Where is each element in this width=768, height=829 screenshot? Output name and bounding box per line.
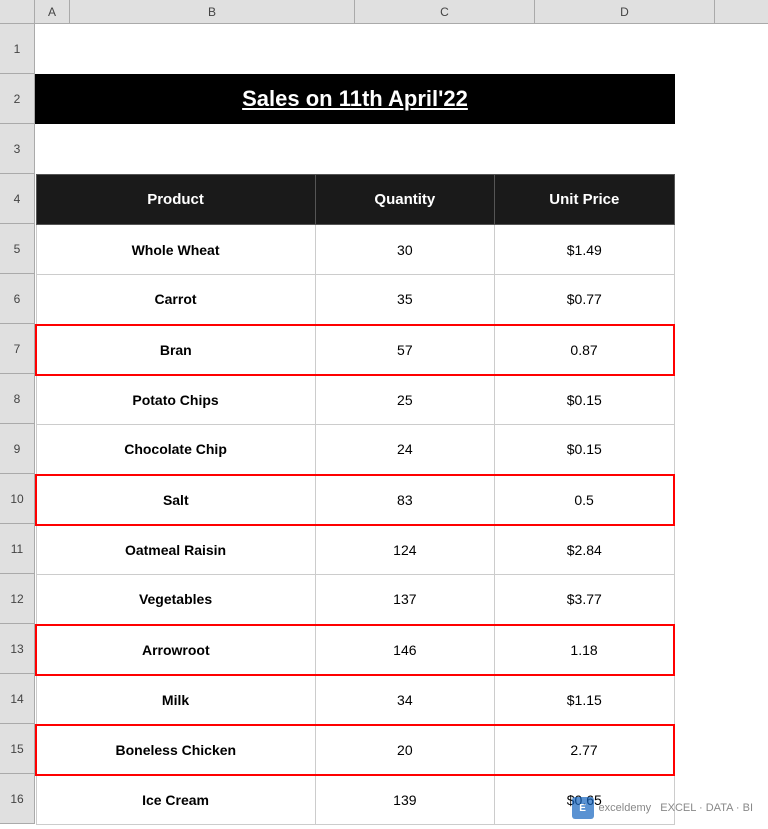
cell-price: $0.15: [495, 375, 674, 425]
watermark-text: exceldemy EXCEL · DATA · BI: [599, 802, 753, 814]
table-row: Carrot35$0.77: [36, 275, 674, 325]
cell-price: 0.5: [495, 475, 674, 525]
title-cell: Sales on 11th April'22: [35, 74, 675, 124]
cell-quantity: 35: [315, 275, 495, 325]
cell-quantity: 139: [315, 775, 495, 825]
table-row: Milk34$1.15: [36, 675, 674, 725]
table-header-row: Product Quantity Unit Price: [36, 175, 674, 225]
cell-product: Arrowroot: [36, 625, 315, 675]
cell-price: $3.77: [495, 575, 674, 625]
cell-price: $0.77: [495, 275, 674, 325]
cell-quantity: 25: [315, 375, 495, 425]
row-num-9: 9: [0, 424, 35, 474]
spreadsheet-title: Sales on 11th April'22: [242, 86, 468, 112]
col-product-header: Product: [36, 175, 315, 225]
table-row: Oatmeal Raisin124$2.84: [36, 525, 674, 575]
cell-quantity: 30: [315, 225, 495, 275]
watermark-icon: E: [572, 797, 594, 819]
cell-price: 2.77: [495, 725, 674, 775]
table-row: Arrowroot1461.18: [36, 625, 674, 675]
cell-product: Vegetables: [36, 575, 315, 625]
row-numbers: 1 2 3 4 5 6 7 8 9 10 11 12 13 14 15 16: [0, 24, 35, 824]
cell-quantity: 83: [315, 475, 495, 525]
row-num-1: 1: [0, 24, 35, 74]
row-num-10: 10: [0, 474, 35, 524]
row-num-8: 8: [0, 374, 35, 424]
table-row: Bran570.87: [36, 325, 674, 375]
row-num-5: 5: [0, 224, 35, 274]
row-num-12: 12: [0, 574, 35, 624]
table-row: Potato Chips25$0.15: [36, 375, 674, 425]
watermark: E exceldemy EXCEL · DATA · BI: [572, 797, 753, 819]
cell-product: Potato Chips: [36, 375, 315, 425]
table-row: Chocolate Chip24$0.15: [36, 425, 674, 475]
row-num-4: 4: [0, 174, 35, 224]
row-num-14: 14: [0, 674, 35, 724]
cell-product: Ice Cream: [36, 775, 315, 825]
cell-quantity: 20: [315, 725, 495, 775]
corner-cell: [0, 0, 35, 23]
cell-price: 0.87: [495, 325, 674, 375]
cell-product: Carrot: [36, 275, 315, 325]
cell-quantity: 137: [315, 575, 495, 625]
col-header-c: C: [355, 0, 535, 23]
col-quantity-header: Quantity: [315, 175, 495, 225]
table-row: Boneless Chicken202.77: [36, 725, 674, 775]
col-header-a: A: [35, 0, 70, 23]
column-headers: A B C D: [0, 0, 768, 24]
cell-product: Chocolate Chip: [36, 425, 315, 475]
cell-quantity: 124: [315, 525, 495, 575]
table-row: Whole Wheat30$1.49: [36, 225, 674, 275]
row-num-16: 16: [0, 774, 35, 824]
table-row: Salt830.5: [36, 475, 674, 525]
cell-price: $1.15: [495, 675, 674, 725]
cell-product: Oatmeal Raisin: [36, 525, 315, 575]
row-num-13: 13: [0, 624, 35, 674]
row-num-11: 11: [0, 524, 35, 574]
col-header-d: D: [535, 0, 715, 23]
row-num-2: 2: [0, 74, 35, 124]
col-header-b: B: [70, 0, 355, 23]
cell-price: $1.49: [495, 225, 674, 275]
cell-quantity: 34: [315, 675, 495, 725]
row-num-6: 6: [0, 274, 35, 324]
cell-product: Milk: [36, 675, 315, 725]
data-table: Product Quantity Unit Price Whole Wheat3…: [35, 174, 675, 825]
col-price-header: Unit Price: [495, 175, 674, 225]
cell-product: Salt: [36, 475, 315, 525]
cell-price: $2.84: [495, 525, 674, 575]
cell-quantity: 24: [315, 425, 495, 475]
row-num-7: 7: [0, 324, 35, 374]
cell-quantity: 146: [315, 625, 495, 675]
cell-product: Whole Wheat: [36, 225, 315, 275]
spreadsheet: A B C D 1 2 3 4 5 6 7 8 9 10 11 12 13 14…: [0, 0, 768, 829]
cell-price: 1.18: [495, 625, 674, 675]
cell-price: $0.15: [495, 425, 674, 475]
row-num-15: 15: [0, 724, 35, 774]
row-num-3: 3: [0, 124, 35, 174]
cell-product: Bran: [36, 325, 315, 375]
cell-quantity: 57: [315, 325, 495, 375]
cell-product: Boneless Chicken: [36, 725, 315, 775]
table-row: Vegetables137$3.77: [36, 575, 674, 625]
